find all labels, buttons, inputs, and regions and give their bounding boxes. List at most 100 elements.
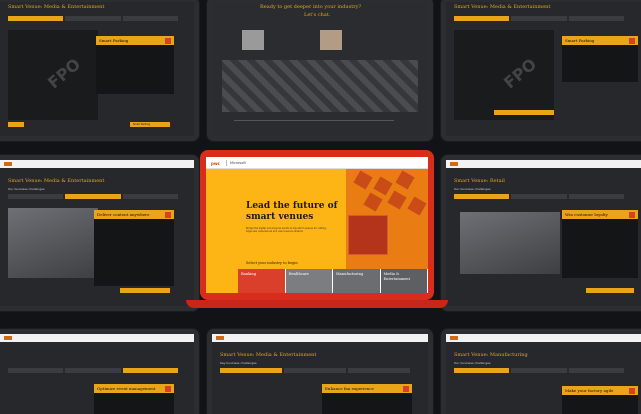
brand-bar [0,160,194,168]
contact-heading: Ready to get deeper into your industry? [260,4,362,10]
card-icon [629,387,635,394]
select-industry-label: Select your industry to begin [246,261,298,265]
tab-1[interactable] [8,368,64,373]
screen-content: Smart Venue: Media & Entertainment Key b… [212,334,428,414]
tab-2[interactable] [65,368,121,373]
feature-card: Optimize event management [94,384,174,414]
tab-3[interactable] [122,368,178,373]
screen-content: Optimize event management [0,334,194,414]
screen-bottom-left[interactable]: Optimize event management [0,328,200,414]
tab-2[interactable] [284,368,346,373]
tab-2[interactable] [65,194,121,199]
tab-1[interactable] [8,194,64,199]
tab-3[interactable] [568,194,624,199]
challenge-tabs [8,368,178,373]
card-icon [165,211,171,218]
pwc-logo [4,336,12,340]
venue-subtitle: Our business challenges [454,361,491,365]
tab-2[interactable] [511,194,567,199]
tab-1[interactable] [454,16,510,21]
venue-subtitle: Key business challenges [220,361,257,365]
card-icon [165,37,171,44]
card-title: Win customer loyalty [565,212,608,217]
venue-subtitle: Our business challenges [8,187,45,191]
contact-subheading: Let's chat. [304,12,331,18]
showcase-stage: Smart Venue: Media & Entertainment FPO S… [0,0,641,414]
challenge-tabs [454,194,624,199]
brand-bar [446,334,641,342]
screen-content: Smart Venue: Media & Entertainment FPO S… [0,2,194,136]
tab-1[interactable] [454,194,510,199]
card-icon [403,385,409,392]
screen-top-right[interactable]: Smart Venue: Media & Entertainment FPO S… [440,0,641,142]
brand-bar [446,160,641,168]
venue-title: Smart Venue: Media & Entertainment [8,4,105,10]
tab-3[interactable] [568,16,624,21]
tab-3[interactable] [568,368,624,373]
hero-headline: Lead the future of smart venues [246,201,338,222]
card-title: Enhance fan experience [325,386,374,391]
contact-photo [320,30,342,50]
brand-bar: pwc Microsoft [206,157,428,169]
challenge-tabs [8,16,178,21]
pwc-logo [450,162,458,166]
tab-1[interactable] [220,368,282,373]
brand-bar [0,334,194,342]
feature-card: Smart Parking [96,36,174,94]
screen-content: Smart Venue: Media & Entertainment FPO S… [446,2,641,136]
laptop-frame: pwc Microsoft Lead the future of smart v… [200,150,434,300]
hero-body: Bridge the digital and physical worlds t… [246,227,327,234]
challenge-tabs [454,368,624,373]
venue-title: Smart Venue: Media & Entertainment [8,178,105,184]
pwc-logo [4,162,12,166]
industry-tiles: Banking Healthcare Manufacturing Media &… [238,269,428,293]
tab-3[interactable] [348,368,410,373]
cube [363,192,383,212]
industry-healthcare[interactable]: Healthcare [285,269,333,293]
screen-top-left[interactable]: Smart Venue: Media & Entertainment FPO S… [0,0,200,142]
tab-2[interactable] [511,16,567,21]
cube [353,170,373,190]
venue-title: Smart Venue: Retail [454,178,505,184]
screen-mid-left[interactable]: Smart Venue: Media & Entertainment Our b… [0,154,200,312]
cta-button[interactable] [586,288,634,293]
industry-media-entertainment[interactable]: Media & Entertainment [380,269,428,293]
industry-manufacturing[interactable]: Manufacturing [333,269,381,293]
venue-title: Smart Venue: Media & Entertainment [454,4,551,10]
tab-1[interactable] [8,16,64,21]
venue-title: Smart Venue: Manufacturing [454,352,528,358]
screen-mid-right[interactable]: Smart Venue: Retail Our business challen… [440,154,641,312]
screen-content: Smart Venue: Media & Entertainment Our b… [0,160,194,306]
screen-content: Smart Venue: Retail Our business challen… [446,160,641,306]
card-title: Optimize event management [97,386,156,391]
pwc-logo [450,336,458,340]
cube [373,176,393,196]
tab-3[interactable] [122,16,178,21]
pwc-logo: pwc [211,161,220,166]
cube-pattern [222,60,418,112]
feature-card: Smart Parking [562,36,638,82]
challenge-tabs [220,368,410,373]
laptop-base [186,300,448,308]
venue-title: Smart Venue: Media & Entertainment [220,352,317,358]
cta-button[interactable]: Smart Parking [130,122,170,127]
screen-top-center[interactable]: Ready to get deeper into your industry? … [206,0,434,142]
tab-2[interactable] [65,16,121,21]
tab-2[interactable] [511,368,567,373]
cube [387,190,407,210]
cta-button[interactable] [494,110,554,115]
screen-bottom-center[interactable]: Smart Venue: Media & Entertainment Key b… [206,328,434,414]
tab-3[interactable] [122,194,178,199]
laptop-screen: pwc Microsoft Lead the future of smart v… [206,157,428,293]
tab-1[interactable] [454,368,510,373]
screen-bottom-right[interactable]: Smart Venue: Manufacturing Our business … [440,328,641,414]
feature-card: Make your factory agile [562,386,638,414]
card-title: Smart Parking [565,38,595,43]
card-title: Deliver content anywhere [97,212,150,217]
pwc-logo [216,336,224,340]
cta-button[interactable] [120,288,170,293]
left-bar [8,122,24,127]
cube [407,196,427,216]
card-title: Make your factory agile [565,388,614,393]
industry-banking[interactable]: Banking [238,269,286,293]
